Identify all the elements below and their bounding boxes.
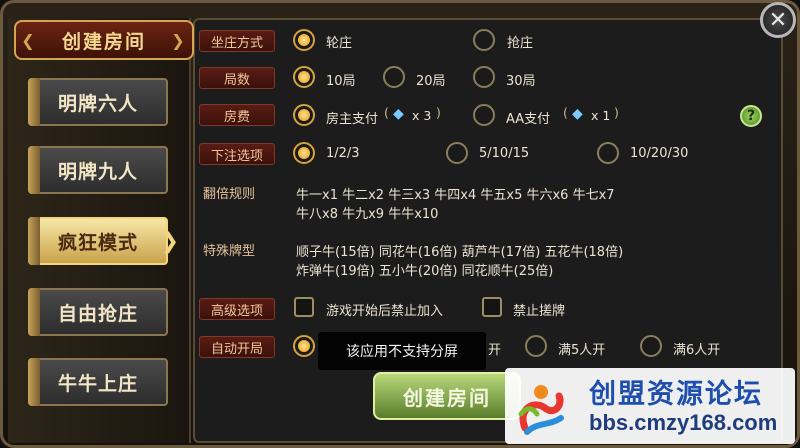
label-banker-mode: 坐庄方式 [199,30,275,52]
option-fee-owner: 房主支付 [326,112,379,127]
fee-aa-amount: x 1 [591,108,611,123]
paren-close: ) [436,105,441,120]
close-icon: ✕ [768,7,788,33]
mode-label: 牛牛上庄 [57,372,138,395]
radio-fee-owner[interactable] [293,104,315,126]
radio-rounds-20[interactable] [383,66,405,88]
diamond-icon: ◆ [572,106,583,122]
close-button[interactable]: ✕ [760,2,796,38]
option-bet-1: 1/2/3 [326,146,360,161]
mode-mingpai-six[interactable]: 明牌六人 [28,78,168,126]
paren-close: ) [614,105,619,120]
multiply-rules-line2: 牛八x8 牛九x9 牛牛x10 [296,207,439,222]
radio-banker-rotate[interactable] [293,29,315,51]
option-banker-grab: 抢庄 [507,36,534,51]
radio-fee-aa[interactable] [473,104,495,126]
option-fee-aa: AA支付 [506,112,551,127]
option-autostart-6: 满6人开 [673,343,721,358]
radio-bet-1[interactable] [293,142,315,164]
mode-mingpai-nine[interactable]: 明牌九人 [28,146,168,194]
mode-label: 明牌六人 [57,92,138,115]
option-bet-3: 10/20/30 [630,146,689,161]
diamond-icon: ◆ [393,106,404,122]
mode-niuniu-banker[interactable]: 牛牛上庄 [28,358,168,406]
watermark-logo-icon [518,385,564,435]
option-rounds-20: 20局 [416,74,446,89]
special-hands-line2: 炸弹牛(19倍) 五小牛(20倍) 同花顺牛(25倍) [296,264,554,279]
radio-banker-grab[interactable] [473,29,495,51]
label-advanced: 高级选项 [199,298,275,320]
watermark-url: bbs.cmzy168.com [589,410,778,435]
mode-label: 疯狂模式 [57,231,138,254]
help-button[interactable]: ? [740,105,762,127]
radio-rounds-10[interactable] [293,66,315,88]
option-rounds-10: 10局 [326,74,356,89]
special-hands-line1: 顺子牛(15倍) 同花牛(16倍) 葫芦牛(17倍) 五花牛(18倍) [296,245,624,260]
radio-bet-2[interactable] [446,142,468,164]
paren-open: ( [384,105,389,120]
radio-bet-3[interactable] [597,142,619,164]
mode-crazy[interactable]: 疯狂模式 ❯ [28,217,179,265]
fee-owner-amount: x 3 [412,108,432,123]
radio-autostart-5[interactable] [525,335,547,357]
label-bet-options: 下注选项 [199,143,275,165]
left-ornament-icon: ❮ [21,30,37,50]
radio-rounds-30[interactable] [473,66,495,88]
label-rounds: 局数 [199,67,275,89]
label-auto-start: 自动开局 [199,336,275,358]
option-bet-2: 5/10/15 [479,146,530,161]
active-arrow-icon: ❯ [160,229,180,254]
paren-open: ( [563,105,568,120]
watermark: 创盟资源论坛 bbs.cmzy168.com [505,368,795,444]
mode-free-grab[interactable]: 自由抢庄 [28,288,168,336]
radio-autostart-6[interactable] [640,335,662,357]
page-title: 创建房间 [61,30,146,53]
watermark-title: 创盟资源论坛 [589,379,763,410]
option-autostart-5: 满5人开 [558,343,606,358]
help-icon: ? [746,108,756,124]
option-rounds-30: 30局 [506,74,536,89]
right-ornament-icon: ❯ [171,30,187,50]
option-banker-rotate: 轮庄 [326,36,353,51]
split-screen-toast: 该应用不支持分屏 [318,332,486,370]
mode-label: 明牌九人 [57,160,138,183]
option-no-rub: 禁止搓牌 [513,304,566,319]
option-autostart-partial: 开 [488,343,502,358]
checkbox-no-join[interactable] [294,297,314,317]
create-room-button[interactable]: 创建房间 [373,372,521,420]
label-room-fee: 房费 [199,104,275,126]
label-multiply-rules: 翻倍规则 [203,186,256,202]
label-special-hands: 特殊牌型 [203,243,256,259]
create-room-title-tab: ❮ 创建房间 ❯ [14,20,194,60]
mode-label: 自由抢庄 [57,302,138,325]
option-no-join: 游戏开始后禁止加入 [326,304,444,319]
checkbox-no-rub[interactable] [482,297,502,317]
multiply-rules-line1: 牛一x1 牛二x2 牛三x3 牛四x4 牛五x5 牛六x6 牛七x7 [296,188,615,203]
radio-autostart-default[interactable] [293,335,315,357]
